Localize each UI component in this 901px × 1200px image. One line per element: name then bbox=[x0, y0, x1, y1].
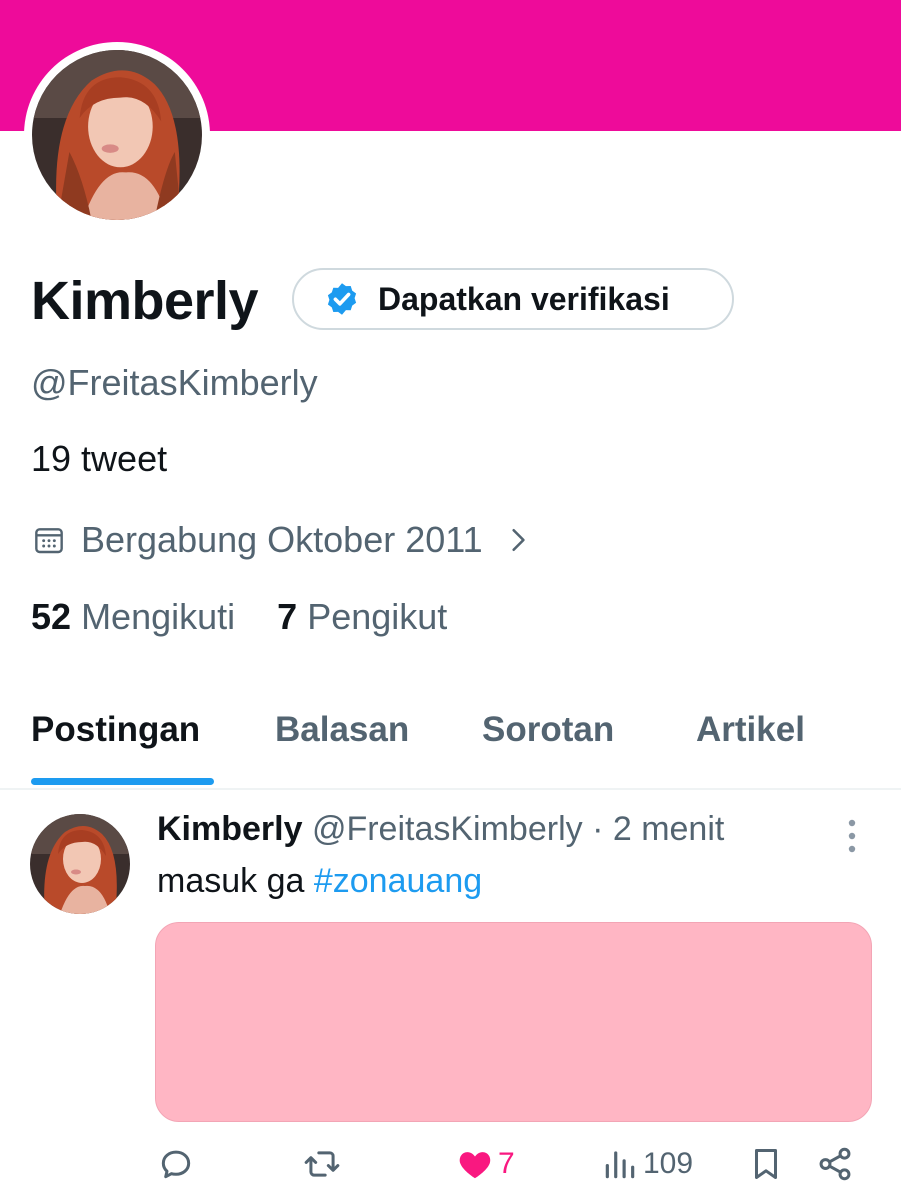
like-button[interactable]: 7 bbox=[456, 1145, 515, 1183]
followers-count: 7 bbox=[277, 596, 298, 637]
get-verified-label: Dapatkan verifikasi bbox=[378, 280, 670, 317]
retweet-button[interactable] bbox=[303, 1145, 341, 1183]
tab-replies[interactable]: Balasan bbox=[275, 710, 409, 750]
views-icon bbox=[605, 1151, 635, 1179]
post-author-handle[interactable]: @FreitasKimberly bbox=[312, 810, 583, 848]
retweet-icon bbox=[304, 1151, 340, 1177]
post-actions: 7 109 bbox=[0, 1145, 901, 1193]
share-icon bbox=[819, 1147, 851, 1181]
more-options-icon[interactable] bbox=[840, 816, 864, 856]
share-button[interactable] bbox=[816, 1145, 854, 1183]
bookmark-icon bbox=[754, 1149, 778, 1179]
profile-tabs: Postingan Balasan Sorotan Artikel bbox=[0, 700, 901, 788]
follow-stats: 52 Mengikuti 7 Pengikut bbox=[31, 596, 447, 638]
post-time[interactable]: · 2 menit bbox=[592, 810, 724, 848]
tab-highlights[interactable]: Sorotan bbox=[482, 710, 614, 750]
following-link[interactable]: 52 Mengikuti bbox=[31, 596, 235, 638]
tabs-divider bbox=[0, 788, 901, 790]
post-text: masuk ga #zonauang bbox=[157, 862, 482, 901]
reply-icon bbox=[161, 1150, 191, 1179]
tab-posts[interactable]: Postingan bbox=[31, 710, 200, 750]
views-count: 109 bbox=[643, 1147, 694, 1180]
bookmark-button[interactable] bbox=[747, 1145, 785, 1183]
verified-badge-icon bbox=[327, 283, 357, 315]
profile-name: Kimberly bbox=[31, 271, 259, 331]
tab-articles[interactable]: Artikel bbox=[696, 710, 805, 750]
following-label: Mengikuti bbox=[81, 596, 236, 637]
tweet-count: 19 tweet bbox=[31, 438, 168, 479]
profile-avatar[interactable] bbox=[24, 42, 210, 228]
get-verified-button[interactable]: Dapatkan verifikasi bbox=[292, 268, 734, 330]
post-author-name[interactable]: Kimberly bbox=[157, 810, 303, 848]
post-avatar[interactable] bbox=[30, 814, 130, 914]
following-count: 52 bbox=[31, 596, 72, 637]
post-body: masuk ga bbox=[157, 862, 305, 900]
like-count: 7 bbox=[498, 1147, 515, 1180]
joined-date: Bergabung Oktober 2011 bbox=[81, 519, 483, 560]
avatar-photo bbox=[32, 50, 202, 220]
post-avatar-photo bbox=[30, 814, 130, 914]
views-button[interactable]: 109 bbox=[601, 1145, 693, 1183]
chevron-right-icon bbox=[511, 528, 525, 552]
heart-icon bbox=[459, 1152, 491, 1179]
post-header: Kimberly @FreitasKimberly · 2 menit bbox=[157, 810, 724, 849]
reply-button[interactable] bbox=[157, 1145, 195, 1183]
followers-link[interactable]: 7 Pengikut bbox=[277, 596, 447, 638]
followers-label: Pengikut bbox=[307, 596, 448, 637]
post-hashtag[interactable]: #zonauang bbox=[314, 862, 482, 900]
profile-handle: @FreitasKimberly bbox=[31, 362, 318, 403]
active-tab-indicator bbox=[31, 778, 214, 785]
joined-date-row[interactable]: Bergabung Oktober 2011 bbox=[33, 516, 531, 564]
calendar-icon bbox=[35, 528, 63, 554]
post-media[interactable] bbox=[155, 922, 872, 1122]
